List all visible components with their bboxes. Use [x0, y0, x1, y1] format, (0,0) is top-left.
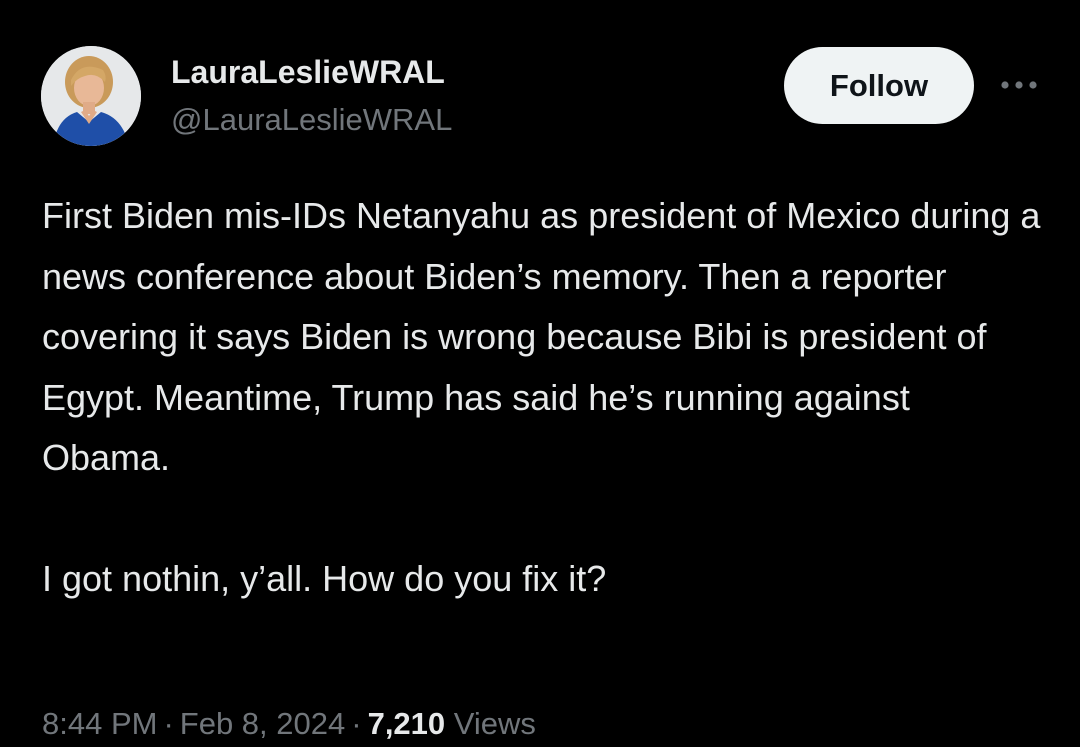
avatar[interactable] — [41, 46, 141, 146]
more-horizontal-icon — [1001, 81, 1037, 89]
tweet-paragraph: First Biden mis-IDs Netanyahu as preside… — [42, 195, 1051, 478]
meta-separator: · — [163, 706, 174, 741]
follow-button[interactable]: Follow — [784, 47, 974, 124]
profile-photo-icon — [41, 46, 141, 146]
more-options-button[interactable] — [996, 70, 1042, 100]
views-label: Views — [453, 706, 536, 741]
tweet-card: LauraLeslieWRAL @LauraLeslieWRAL Follow … — [0, 0, 1080, 747]
tweet-meta: 8:44 PM · Feb 8, 2024 · 7,210 Views — [42, 704, 536, 744]
views-count: 7,210 — [367, 706, 446, 741]
author-handle[interactable]: @LauraLeslieWRAL — [171, 100, 452, 140]
tweet-date[interactable]: Feb 8, 2024 — [180, 706, 345, 741]
tweet-paragraph: I got nothin, y’all. How do you fix it? — [42, 557, 607, 599]
tweet-text: First Biden mis-IDs Netanyahu as preside… — [42, 186, 1042, 609]
meta-separator: · — [351, 706, 362, 741]
author-display-name[interactable]: LauraLeslieWRAL — [171, 52, 445, 92]
tweet-time[interactable]: 8:44 PM — [42, 706, 157, 741]
